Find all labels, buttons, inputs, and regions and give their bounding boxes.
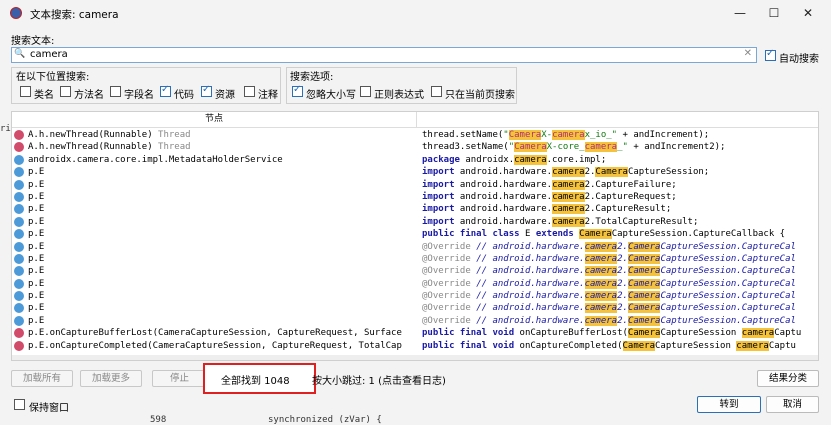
class-icon bbox=[14, 154, 24, 165]
class-icon bbox=[14, 291, 24, 302]
maximize-button[interactable]: ☐ bbox=[759, 4, 789, 22]
stop-button[interactable]: 停止 bbox=[152, 370, 207, 387]
window-title: 文本搜索: camera bbox=[30, 9, 119, 21]
table-row[interactable]: p.E.onCaptureBufferLost(CameraCaptureSes… bbox=[12, 327, 818, 339]
table-row[interactable]: p.E public final class E extends CameraCa… bbox=[12, 228, 818, 240]
table-row[interactable]: p.E @Override // android.hardware.camera2… bbox=[12, 241, 818, 253]
class-icon bbox=[14, 204, 24, 215]
skipped-status-link[interactable]: 按大小跳过: 1 (点击查看日志) bbox=[312, 372, 446, 387]
keep-window-label: 保持窗口 bbox=[29, 403, 69, 414]
class-icon bbox=[14, 216, 24, 227]
table-row[interactable]: p.E @Override // android.hardware.camera2… bbox=[12, 290, 818, 302]
table-row[interactable]: p.E @Override // android.hardware.camera2… bbox=[12, 265, 818, 277]
background-line-number: 598 bbox=[150, 415, 167, 425]
result-rows: A.h.newThread(Runnable) Thread thread.set… bbox=[12, 129, 818, 352]
location-checkbox-4[interactable] bbox=[201, 84, 212, 97]
search-options-label: 搜索选项: bbox=[290, 72, 334, 83]
location-checkbox-3[interactable] bbox=[160, 84, 171, 97]
background-left-fragment: ri bbox=[0, 124, 11, 134]
auto-search-label: 自动搜索 bbox=[779, 54, 819, 65]
class-icon bbox=[14, 303, 24, 314]
column-header-node: 节点 bbox=[12, 112, 417, 127]
table-row[interactable]: p.E.onCaptureCompleted(CameraCaptureSess… bbox=[12, 340, 818, 352]
table-row[interactable]: A.h.newThread(Runnable) Thread thread.set… bbox=[12, 129, 818, 141]
keep-window-checkbox[interactable] bbox=[14, 399, 25, 410]
minimize-button[interactable]: — bbox=[725, 4, 755, 22]
location-checkbox-5[interactable] bbox=[244, 86, 255, 97]
table-row[interactable]: p.E @Override // android.hardware.camera2… bbox=[12, 302, 818, 314]
table-row[interactable]: p.E import android.hardware.camera2.Camer… bbox=[12, 166, 818, 178]
option-checkbox-0[interactable] bbox=[292, 84, 303, 97]
table-header: 节点 bbox=[12, 112, 818, 128]
group-results-button[interactable]: 结果分类 bbox=[757, 370, 819, 387]
search-input[interactable]: 🔍 camera ✕ bbox=[11, 47, 757, 63]
table-row[interactable]: A.h.newThread(Runnable) Thread thread3.se… bbox=[12, 141, 818, 153]
close-button[interactable]: ✕ bbox=[793, 4, 823, 22]
table-row[interactable]: p.E import android.hardware.camera2.Total… bbox=[12, 216, 818, 228]
search-icon: 🔍 bbox=[14, 49, 26, 59]
goto-button[interactable]: 转到 bbox=[697, 396, 761, 413]
option-checkbox-2[interactable] bbox=[431, 86, 442, 97]
option-checkbox-1[interactable] bbox=[360, 86, 371, 97]
class-icon bbox=[14, 179, 24, 190]
search-location-label: 在以下位置搜索: bbox=[16, 72, 90, 83]
auto-search-checkbox[interactable] bbox=[765, 48, 776, 61]
option-label-1: 正则表达式 bbox=[374, 90, 424, 101]
class-icon bbox=[14, 229, 24, 240]
load-more-button[interactable]: 加载更多 bbox=[80, 370, 142, 387]
background-code: synchronized (zVar) { bbox=[268, 415, 382, 425]
class-icon bbox=[14, 241, 24, 252]
option-label-0: 忽略大小写 bbox=[306, 90, 356, 101]
clear-icon[interactable]: ✕ bbox=[744, 48, 752, 59]
location-label-5: 注释 bbox=[258, 90, 278, 101]
search-text-label: 搜索文本: bbox=[11, 36, 55, 47]
class-icon bbox=[14, 167, 24, 178]
table-row[interactable]: p.E @Override // android.hardware.camera2… bbox=[12, 278, 818, 290]
location-label-1: 方法名 bbox=[74, 90, 104, 101]
location-label-4: 资源 bbox=[215, 90, 235, 101]
text-search-dialog: 文本搜索: camera — ☐ ✕ 搜索文本: 🔍 camera ✕ 自动搜索… bbox=[0, 0, 831, 425]
cancel-button[interactable]: 取消 bbox=[766, 396, 819, 413]
horizontal-scrollbar[interactable] bbox=[12, 355, 818, 360]
method-icon bbox=[14, 328, 24, 339]
class-icon bbox=[14, 278, 24, 289]
table-row[interactable]: p.E import android.hardware.camera2.Captu… bbox=[12, 203, 818, 215]
table-row[interactable]: p.E @Override // android.hardware.camera2… bbox=[12, 315, 818, 327]
location-label-3: 代码 bbox=[174, 90, 194, 101]
table-row[interactable]: p.E import android.hardware.camera2.Captu… bbox=[12, 179, 818, 191]
location-label-0: 类名 bbox=[34, 90, 54, 101]
class-icon bbox=[14, 315, 24, 326]
method-icon bbox=[14, 340, 24, 351]
method-icon bbox=[14, 142, 24, 153]
location-label-2: 字段名 bbox=[124, 90, 154, 101]
location-checkbox-2[interactable] bbox=[110, 86, 121, 97]
option-label-2: 只在当前页搜索 bbox=[445, 90, 515, 101]
class-icon bbox=[14, 253, 24, 264]
load-all-button[interactable]: 加载所有 bbox=[11, 370, 73, 387]
method-icon bbox=[14, 130, 24, 140]
title-bar: 文本搜索: camera — ☐ ✕ bbox=[0, 0, 831, 27]
search-input-value: camera bbox=[30, 49, 68, 60]
class-icon bbox=[14, 191, 24, 202]
table-row[interactable]: p.E @Override // android.hardware.camera2… bbox=[12, 253, 818, 265]
location-checkbox-0[interactable] bbox=[20, 86, 31, 97]
class-icon bbox=[14, 266, 24, 277]
table-row[interactable]: androidx.camera.core.impl.MetadataHolder… bbox=[12, 154, 818, 166]
location-checkbox-1[interactable] bbox=[60, 86, 71, 97]
found-count: 全部找到 1048 bbox=[221, 376, 290, 387]
app-icon bbox=[10, 7, 22, 19]
found-count-highlight: 全部找到 1048 bbox=[203, 363, 316, 394]
table-row[interactable]: p.E import android.hardware.camera2.Captu… bbox=[12, 191, 818, 203]
results-table[interactable]: 节点 A.h.newThread(Runnable) Thread thread.… bbox=[11, 111, 819, 361]
